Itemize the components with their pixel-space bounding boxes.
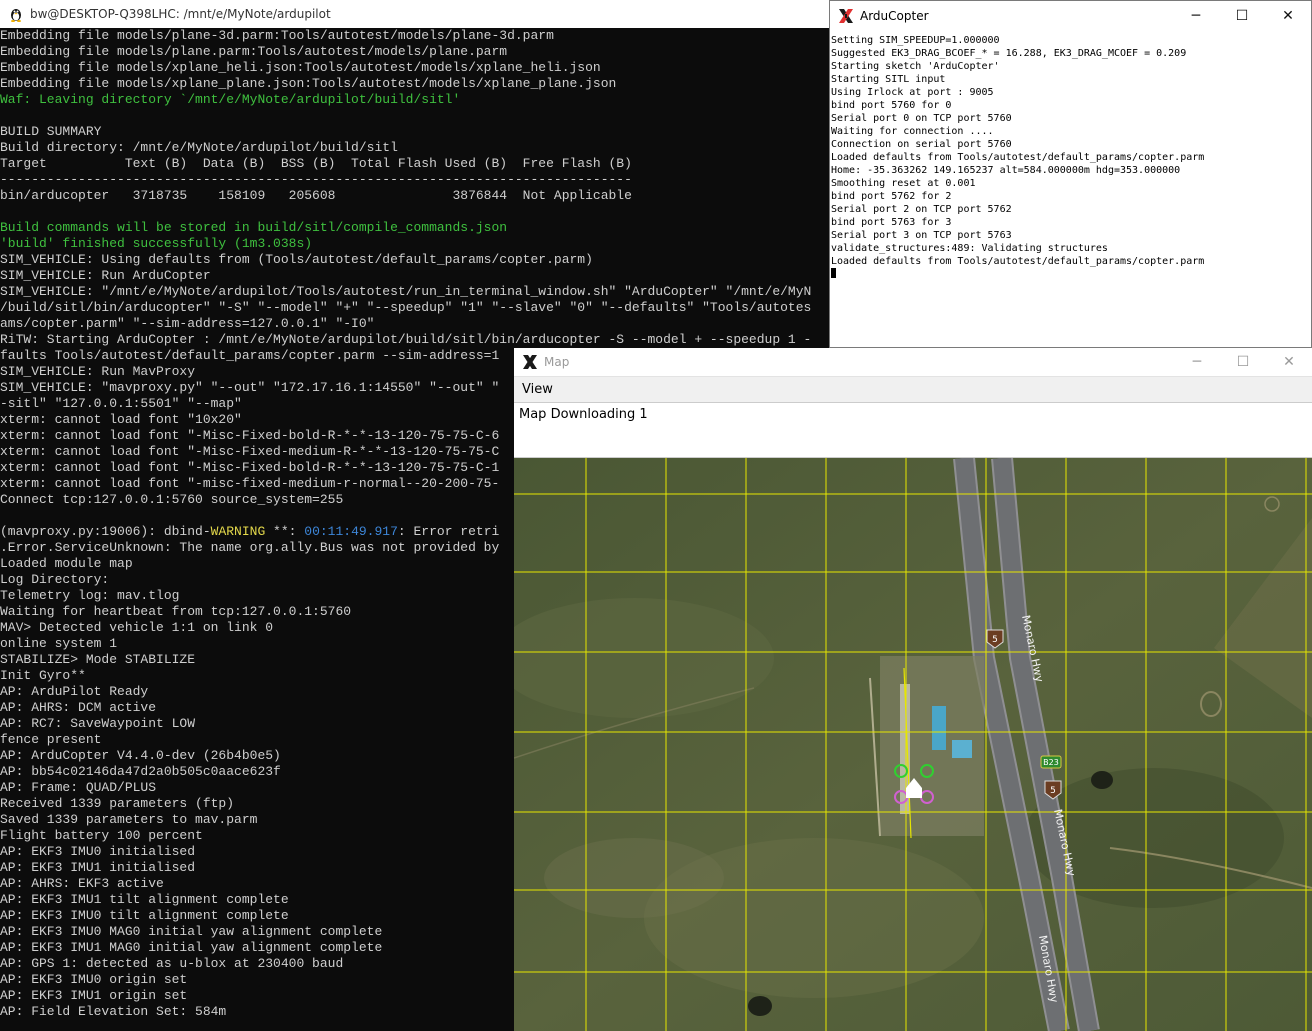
minimize-button[interactable]: ─	[1173, 1, 1219, 31]
shield-label: B23	[1043, 758, 1059, 767]
close-button[interactable]: ✕	[1266, 347, 1312, 377]
close-button[interactable]: ✕	[1265, 1, 1311, 31]
console-line: Smoothing reset at 0.001	[831, 178, 976, 189]
route-shield: B23	[1040, 755, 1062, 769]
console-line: bind port 5760 for 0	[831, 100, 952, 111]
building-roof	[952, 740, 972, 758]
map-status-panel: Map Downloading 1	[514, 402, 1312, 458]
map-status-text: Map Downloading 1	[519, 407, 648, 422]
console-line: bind port 5763 for 3	[831, 217, 952, 228]
arducopter-title: ArduCopter	[860, 9, 929, 23]
terminal-title: bw@DESKTOP-Q398LHC: /mnt/e/MyNote/ardupi…	[30, 7, 331, 21]
map-canvas[interactable]: 5 5 B23 Monaro Hwy Monaro Hwy Monaro Hwy	[514, 458, 1312, 1031]
terminal-line-segment: 00:11:49.917	[304, 524, 398, 539]
map-window: Map ─ ☐ ✕ View Map Downloading 1 5 5 B23…	[514, 348, 1312, 1031]
building-roof	[932, 706, 946, 750]
console-line: Starting SITL input	[831, 74, 946, 85]
console-line: Loaded defaults from Tools/autotest/defa…	[831, 256, 1205, 267]
console-line: Home: -35.363262 149.165237 alt=584.0000…	[831, 165, 1181, 176]
console-line: Loaded defaults from Tools/autotest/defa…	[831, 152, 1205, 163]
shield-label: 5	[992, 635, 998, 645]
map-menubar: View	[514, 376, 1312, 402]
terminal-line-segment: : Error retri	[397, 524, 500, 539]
console-line: validate_structures:489: Validating stru…	[831, 243, 1108, 254]
console-line: Serial port 3 on TCP port 5763	[831, 230, 1012, 241]
x11-icon	[523, 355, 537, 369]
linux-tux-icon	[11, 9, 21, 22]
map-title: Map	[544, 355, 570, 369]
terminal-line-segment: **:	[265, 524, 305, 539]
minimize-button[interactable]: ─	[1174, 347, 1220, 377]
terminal-line-segment: (mavproxy.py:19006): dbind-	[0, 524, 211, 539]
console-line: Suggested EK3_DRAG_BCOEF_* = 16.288, EK3…	[831, 48, 1187, 59]
console-line: Starting sketch 'ArduCopter'	[831, 61, 1000, 72]
text-cursor	[831, 268, 836, 278]
satellite-map-view[interactable]: 5 5 B23 Monaro Hwy Monaro Hwy Monaro Hwy	[514, 458, 1312, 1031]
arducopter-console-output[interactable]: Setting SIM_SPEEDUP=1.000000 Suggested EK…	[831, 34, 1311, 346]
dam-pond	[1091, 771, 1113, 789]
console-line: Waiting for connection ....	[831, 126, 994, 137]
console-line: bind port 5762 for 2	[831, 191, 952, 202]
terminal-line-segment: WARNING	[210, 524, 266, 539]
x11-icon	[839, 9, 853, 23]
maximize-button[interactable]: ☐	[1220, 347, 1266, 377]
terrain-patch	[544, 838, 724, 918]
arducopter-window: ArduCopter ─ ☐ ✕ Setting SIM_SPEEDUP=1.0…	[829, 0, 1312, 348]
console-line: Serial port 0 on TCP port 5760	[831, 113, 1012, 124]
shield-label: 5	[1050, 786, 1056, 796]
map-titlebar[interactable]: Map ─ ☐ ✕	[514, 348, 1312, 376]
console-line: Using Irlock at port : 9005	[831, 87, 994, 98]
maximize-button[interactable]: ☐	[1219, 1, 1265, 31]
arducopter-titlebar[interactable]: ArduCopter ─ ☐ ✕	[830, 1, 1311, 31]
console-line: Setting SIM_SPEEDUP=1.000000	[831, 35, 1000, 46]
dam-pond	[748, 996, 772, 1016]
console-line: Serial port 2 on TCP port 5762	[831, 204, 1012, 215]
console-line: Connection on serial port 5760	[831, 139, 1012, 150]
menu-view[interactable]: View	[522, 382, 553, 397]
